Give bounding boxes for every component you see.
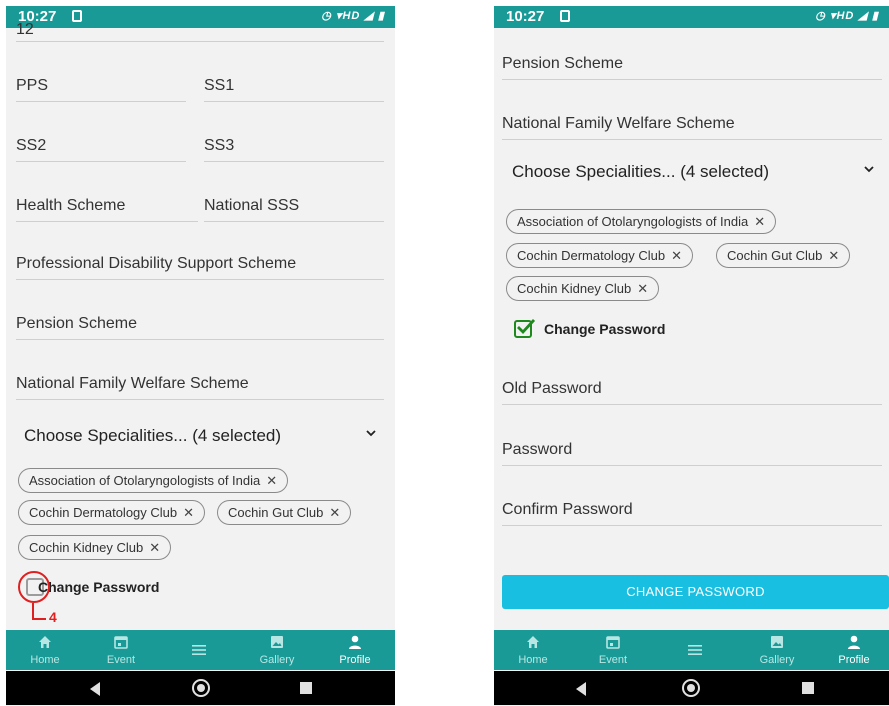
remove-chip-icon[interactable]: ✕	[183, 505, 194, 520]
pension-scheme-label: Pension Scheme	[16, 315, 137, 332]
speciality-chip[interactable]: Cochin Kidney Club ✕	[506, 276, 660, 301]
nav-menu[interactable]	[660, 630, 730, 670]
nav-home[interactable]: Home	[498, 630, 568, 670]
system-navigation-bar	[6, 671, 395, 705]
person-icon	[349, 635, 361, 649]
back-icon[interactable]	[576, 682, 586, 696]
remove-chip-icon[interactable]: ✕	[266, 473, 277, 488]
professional-disability-field[interactable]: Professional Disability Support Scheme	[16, 246, 384, 280]
remove-chip-icon[interactable]: ✕	[637, 281, 648, 296]
professional-disability-label: Professional Disability Support Scheme	[16, 255, 297, 272]
gallery-icon	[271, 636, 283, 648]
speciality-chip[interactable]: Cochin Kidney Club ✕	[18, 535, 172, 560]
status-bar: 10:27 ◷ ▾HD ◢ ▮	[494, 6, 889, 28]
checkmark-icon	[517, 319, 535, 335]
phone-screen-left: 10:27 ◷ ▾HD ◢ ▮ 12 PPS SS1 SS2 SS3 Healt…	[6, 6, 395, 706]
nav-event[interactable]: Event	[86, 630, 156, 670]
specialities-dropdown[interactable]: Choose Specialities... (4 selected)	[512, 152, 874, 192]
national-family-welfare-field[interactable]: National Family Welfare Scheme	[16, 366, 384, 400]
calendar-icon	[114, 636, 128, 649]
nav-gallery[interactable]: Gallery	[242, 630, 312, 670]
remove-chip-icon[interactable]: ✕	[828, 248, 839, 263]
bottom-navigation: Home Event Gallery Profile	[6, 630, 395, 670]
password-field[interactable]: Password	[502, 432, 882, 466]
confirm-password-field[interactable]: Confirm Password	[502, 492, 882, 526]
national-family-welfare-label: National Family Welfare Scheme	[16, 375, 249, 392]
speciality-chip[interactable]: Association of Otolaryngologists of Indi…	[506, 209, 777, 234]
nav-home[interactable]: Home	[10, 630, 80, 670]
remove-chip-icon[interactable]: ✕	[671, 248, 682, 263]
annotation-line	[32, 603, 34, 619]
speciality-chip[interactable]: Cochin Dermatology Club ✕	[506, 243, 694, 268]
change-password-checkbox[interactable]	[514, 319, 535, 338]
annotation-number: 4	[49, 609, 57, 625]
change-password-button[interactable]: CHANGE PASSWORD	[502, 575, 889, 609]
change-password-label: Change Password	[38, 579, 160, 595]
phone-screen-right: 10:27 ◷ ▾HD ◢ ▮ Pension Scheme National …	[494, 6, 889, 706]
pension-scheme-field[interactable]: Pension Scheme	[16, 306, 384, 340]
recents-icon[interactable]	[802, 682, 814, 694]
home-icon	[39, 636, 51, 648]
chevron-down-icon	[366, 430, 376, 437]
home-icon	[527, 636, 539, 648]
old-password-label: Old Password	[502, 380, 602, 397]
change-password-label: Change Password	[544, 321, 666, 337]
specialities-dropdown[interactable]: Choose Specialities... (4 selected)	[24, 416, 376, 456]
health-scheme-field[interactable]: Health Scheme	[16, 188, 198, 222]
pps-label: PPS	[16, 77, 49, 94]
chevron-down-icon	[864, 166, 874, 173]
remove-chip-icon[interactable]: ✕	[149, 540, 160, 555]
gallery-icon	[771, 636, 783, 648]
pension-scheme-label: Pension Scheme	[502, 55, 623, 72]
ss3-field[interactable]: SS3	[204, 128, 384, 162]
password-label: Password	[502, 441, 573, 458]
ss1-label: SS1	[204, 77, 235, 94]
status-icons: ◷ ▾HD ◢ ▮	[815, 10, 879, 22]
change-password-checkbox-row[interactable]: Change Password	[514, 319, 734, 342]
annotation-circle	[18, 571, 50, 603]
menu-icon	[688, 645, 702, 655]
person-icon	[848, 635, 860, 649]
back-icon[interactable]	[90, 682, 100, 696]
ss1-field[interactable]: SS1	[204, 68, 384, 102]
home-circle-icon[interactable]	[682, 679, 700, 697]
menu-icon	[192, 645, 206, 655]
speciality-chip[interactable]: Cochin Dermatology Club ✕	[18, 500, 206, 525]
recents-icon[interactable]	[300, 682, 312, 694]
national-sss-field[interactable]: National SSS	[204, 188, 384, 222]
national-family-welfare-label: National Family Welfare Scheme	[502, 115, 735, 132]
speciality-chip[interactable]: Association of Otolaryngologists of Indi…	[18, 468, 289, 493]
remove-chip-icon[interactable]: ✕	[754, 214, 765, 229]
pps-field[interactable]: PPS	[16, 68, 186, 102]
annotation-line	[32, 618, 46, 620]
specialities-dropdown-label: Choose Specialities... (4 selected)	[24, 426, 282, 445]
home-circle-icon[interactable]	[192, 679, 210, 697]
change-password-checkbox-row[interactable]: Change Password	[26, 578, 226, 600]
speciality-chip[interactable]: Cochin Gut Club ✕	[716, 243, 851, 268]
nav-event[interactable]: Event	[578, 630, 648, 670]
confirm-password-label: Confirm Password	[502, 501, 633, 518]
national-sss-label: National SSS	[204, 197, 300, 214]
old-password-field[interactable]: Old Password	[502, 371, 882, 405]
system-navigation-bar	[494, 671, 889, 705]
ss2-label: SS2	[16, 137, 47, 154]
specialities-dropdown-label: Choose Specialities... (4 selected)	[512, 162, 770, 181]
partial-field[interactable]: 12	[16, 12, 384, 42]
sim-icon	[560, 10, 570, 22]
speciality-chip[interactable]: Cochin Gut Club ✕	[217, 500, 352, 525]
ss2-field[interactable]: SS2	[16, 128, 186, 162]
nav-menu[interactable]	[164, 630, 234, 670]
nav-profile[interactable]: Profile	[320, 630, 390, 670]
remove-chip-icon[interactable]: ✕	[329, 505, 340, 520]
bottom-navigation: Home Event Gallery Profile	[494, 630, 889, 670]
nav-gallery[interactable]: Gallery	[742, 630, 812, 670]
nav-profile[interactable]: Profile	[819, 630, 889, 670]
pension-scheme-field[interactable]: Pension Scheme	[502, 46, 882, 80]
health-scheme-label: Health Scheme	[16, 197, 126, 214]
ss3-label: SS3	[204, 137, 235, 154]
national-family-welfare-field[interactable]: National Family Welfare Scheme	[502, 106, 882, 140]
calendar-icon	[606, 636, 620, 649]
status-time: 10:27	[506, 8, 545, 25]
